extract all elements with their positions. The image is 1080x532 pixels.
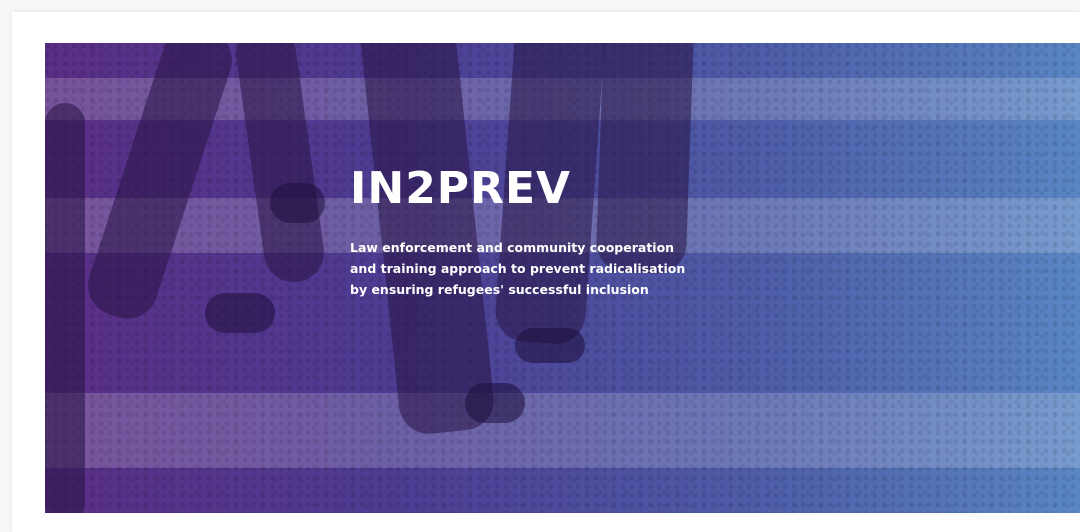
hero-subtitle-line: Law enforcement and community cooperatio… [350,240,675,255]
shoe-silhouette [205,293,275,333]
shoe-silhouette [270,183,325,223]
hero-subtitle-line: and training approach to prevent radical… [350,261,686,276]
hero-subtitle-line: by ensuring refugees' successful inclusi… [350,282,649,297]
hero-content: IN2PREV Law enforcement and community co… [350,163,750,300]
shoe-silhouette [465,383,525,423]
pedestrian-leg-silhouette [45,103,85,513]
hero-subtitle: Law enforcement and community cooperatio… [350,237,750,300]
shoe-silhouette [515,328,585,363]
hero-title: IN2PREV [350,163,572,214]
hero-banner: IN2PREV Law enforcement and community co… [45,43,1080,513]
